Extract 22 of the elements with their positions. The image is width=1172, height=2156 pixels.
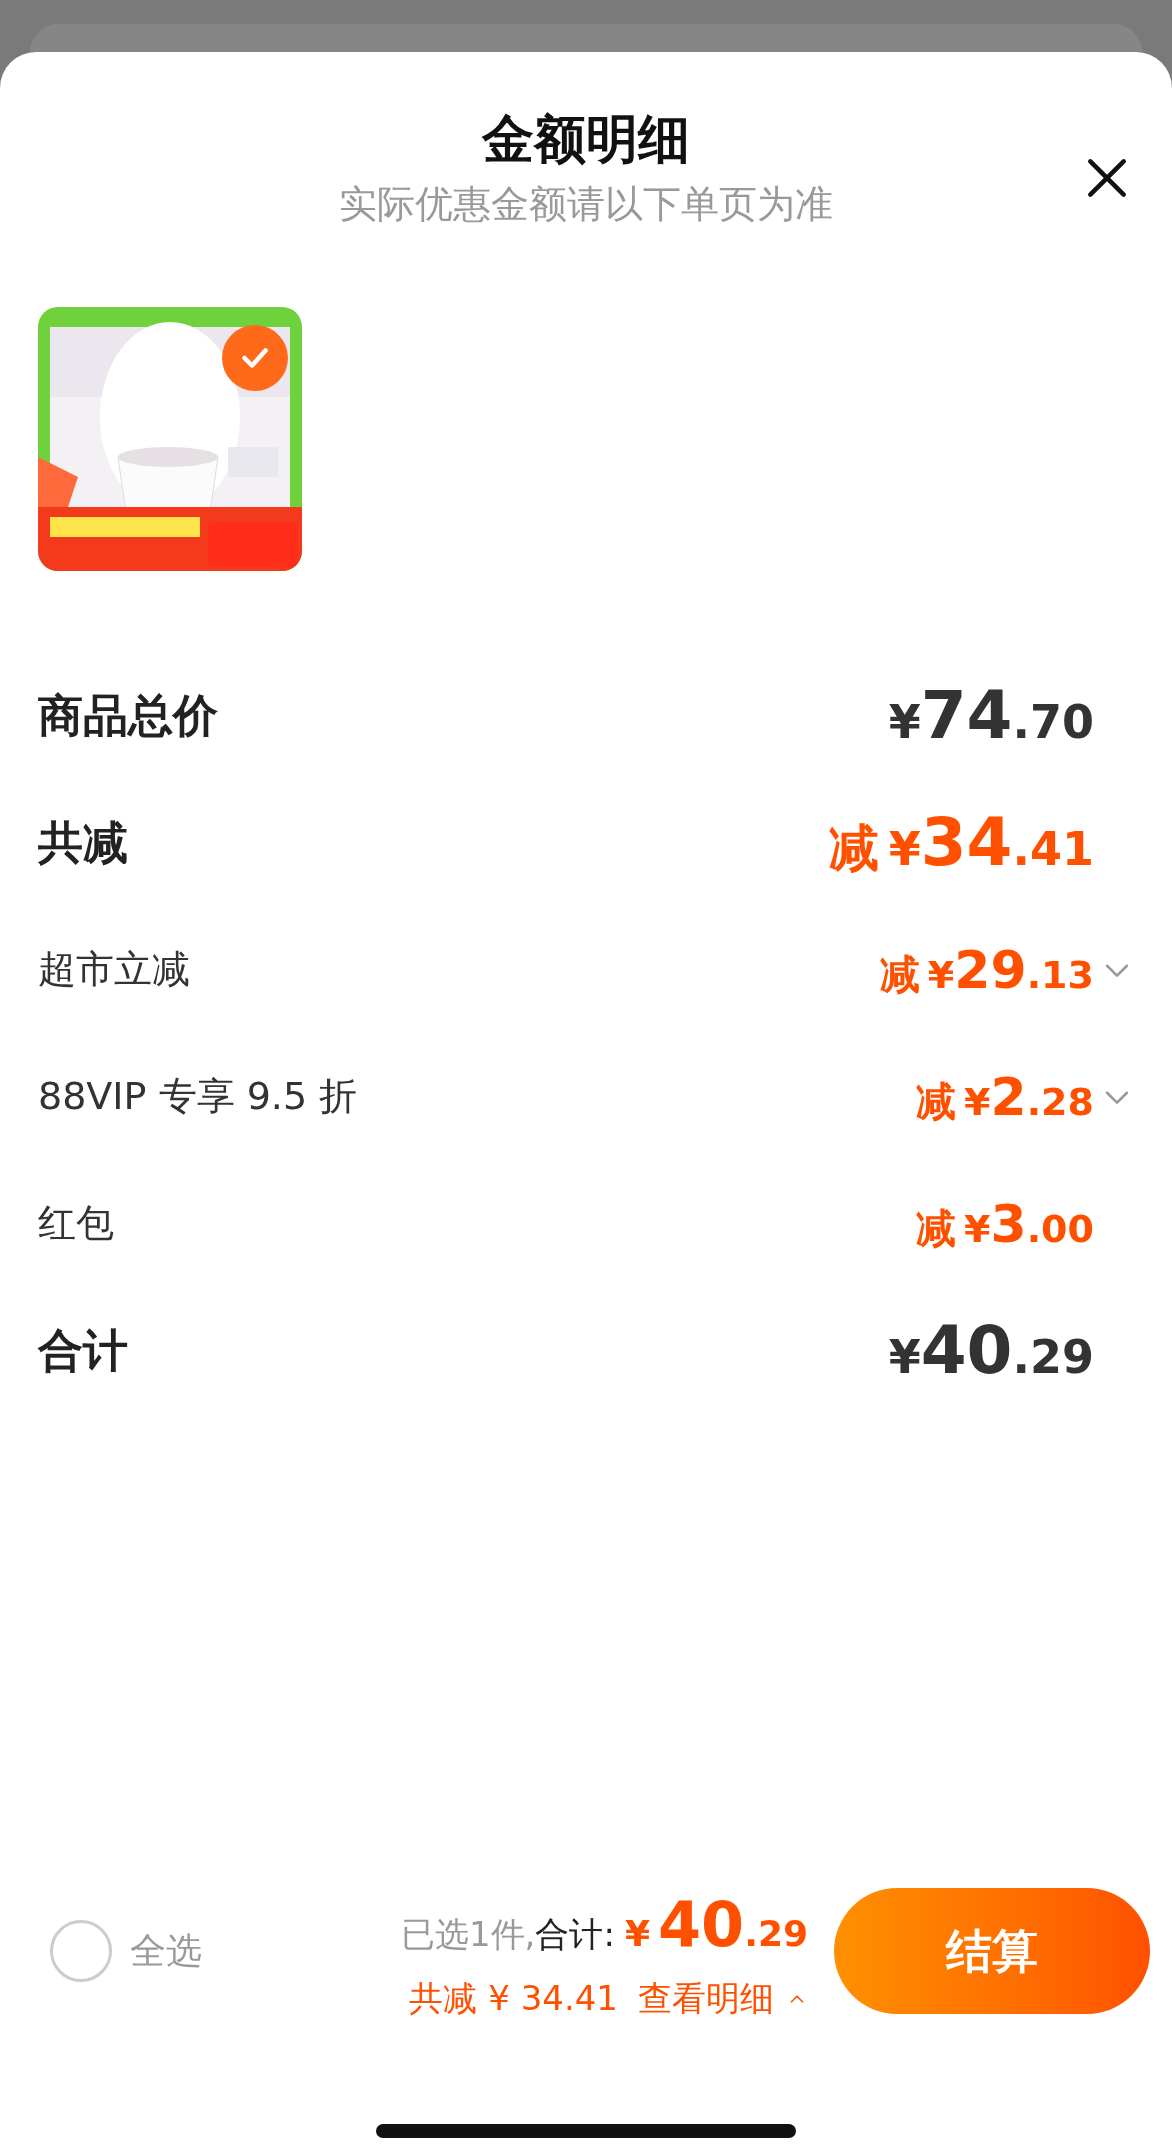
amount: ¥40.29 (888, 1311, 1094, 1391)
total-amount: ¥40.29 (624, 1887, 808, 1963)
checkout-button[interactable]: 结算 (834, 1888, 1150, 2014)
amount: ¥74.70 (888, 676, 1094, 756)
total-label: 合计: (535, 1913, 615, 1956)
select-all-label: 全选 (130, 1929, 202, 1973)
selected-count: 已选1件, (400, 1913, 536, 1956)
amount: 减 ¥3.00 (916, 1192, 1094, 1256)
row-label: 88VIP 专享 9.5 折 (38, 1073, 358, 1120)
amount: 减 ¥2.28 (916, 1065, 1094, 1129)
sheet-subtitle: 实际优惠金额请以下单页为准 (339, 181, 833, 228)
row-label: 商品总价 (38, 687, 218, 744)
row-label: 超市立减 (38, 946, 190, 993)
discount-summary: 共减 ¥ 34.41 (409, 1977, 618, 2020)
row-label: 共减 (38, 814, 128, 871)
row-label: 红包 (38, 1200, 114, 1247)
amount: 减 ¥29.13 (879, 938, 1094, 1002)
details-link[interactable]: 查看明细 (638, 1973, 808, 2024)
amount: 减 ¥34.41 (828, 803, 1094, 883)
sheet-title: 金额明细 (482, 108, 690, 171)
select-all-radio[interactable] (50, 1920, 112, 1982)
row-label: 合计 (38, 1322, 128, 1379)
